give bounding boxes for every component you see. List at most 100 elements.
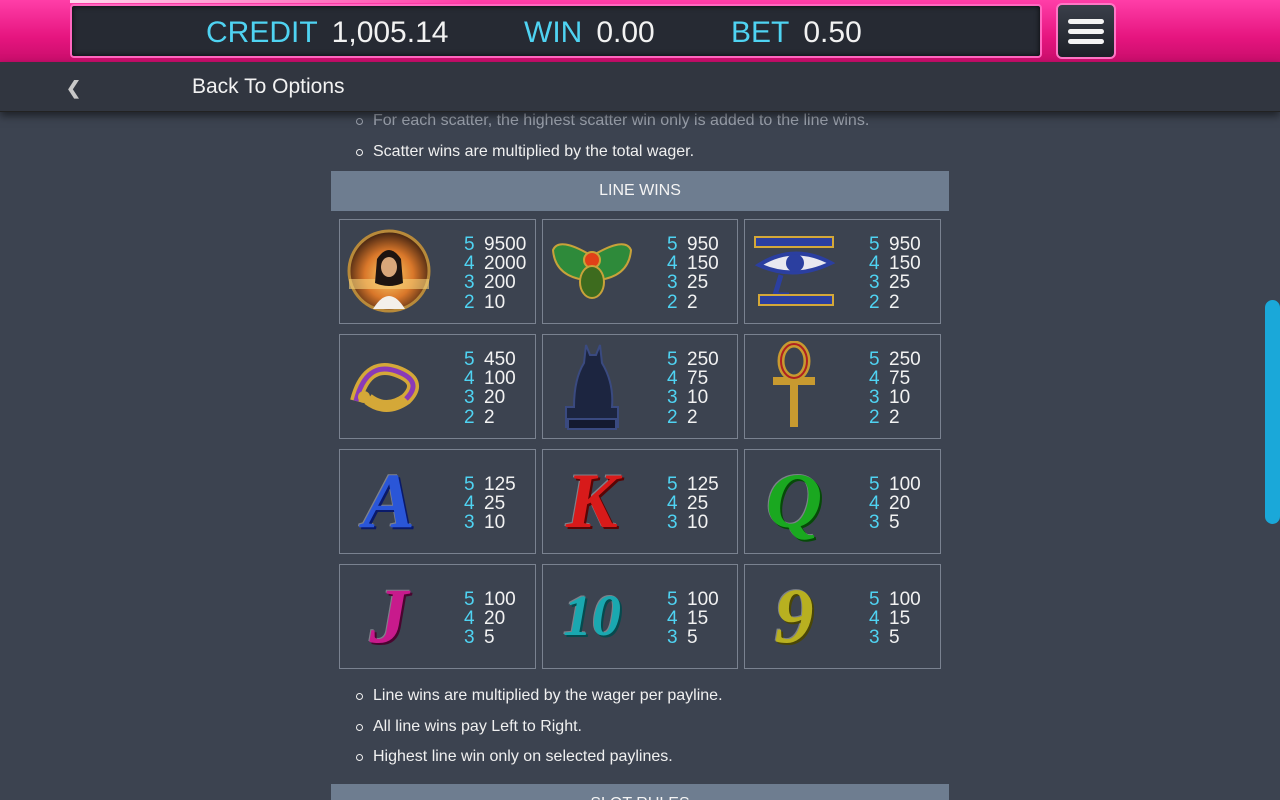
match-count: 3 — [667, 512, 678, 534]
match-count: 5 — [667, 234, 678, 255]
line-rules-list: Line wins are multiplied by the wager pe… — [331, 681, 949, 773]
match-count: 2 — [869, 406, 880, 428]
bet-value: 0.50 — [803, 16, 862, 49]
list-item: Line wins are multiplied by the wager pe… — [356, 681, 949, 712]
payout-row: 2 10 — [464, 292, 526, 312]
match-count: 4 — [464, 608, 475, 630]
payout-row: 4 75 — [869, 369, 921, 388]
match-count: 5 — [869, 589, 880, 610]
slot-rules-header: SLOT RULES — [331, 784, 949, 800]
payout-row: 4 20 — [464, 609, 516, 628]
menu-button[interactable] — [1056, 3, 1116, 59]
payout-row: 4 2000 — [464, 254, 526, 273]
match-count: 5 — [869, 474, 880, 495]
payout-row: 3 10 — [667, 388, 719, 407]
queen-portrait-icon — [346, 226, 432, 316]
match-count: 3 — [464, 627, 475, 649]
payout-value: 9500 — [484, 234, 527, 255]
paytable-cell: 9 5 100 4 15 3 5 — [744, 564, 941, 669]
hamburger-icon-bar — [1068, 18, 1104, 24]
payout-list: 5 100 4 20 3 5 — [869, 475, 921, 533]
payout-value: 100 — [687, 589, 719, 610]
match-count: 5 — [667, 474, 678, 495]
paytable-cell: 5 9500 4 2000 3 200 2 10 — [339, 219, 536, 324]
letter-a-icon: A — [362, 457, 416, 544]
payout-row: 5 100 — [464, 590, 516, 609]
payout-value: 2000 — [484, 253, 527, 275]
number-9-icon: 9 — [774, 572, 814, 659]
payout-value: 5 — [687, 627, 698, 649]
match-count: 4 — [869, 493, 880, 515]
letter-q-icon: Q — [765, 457, 823, 544]
paytable-cell: 5 250 4 75 3 10 2 2 — [744, 334, 941, 439]
payout-value: 100 — [889, 474, 921, 495]
payout-row: 4 100 — [464, 369, 516, 388]
list-item: All line wins pay Left to Right. — [356, 712, 949, 743]
payout-list: 5 100 4 20 3 5 — [464, 590, 516, 648]
list-item: Scatter wins are multiplied by the total… — [356, 137, 949, 168]
payout-row: 35 — [869, 513, 921, 532]
payout-row: 3 10 — [667, 513, 719, 532]
payout-value: 100 — [484, 589, 516, 610]
paytable-cell: 10 5 100 4 15 3 5 — [542, 564, 738, 669]
payout-value: 200 — [484, 272, 516, 294]
back-to-options-link[interactable]: Back To Options — [192, 75, 345, 99]
payout-row: 3 200 — [464, 273, 526, 292]
payout-row: 4 150 — [869, 254, 921, 273]
payout-list: 5 100 4 15 3 5 — [869, 590, 921, 648]
back-bar[interactable]: ❮ Back To Options — [0, 62, 1280, 112]
payout-row: 3 25 — [667, 273, 719, 292]
payout-value: 20 — [484, 608, 506, 630]
paytable-cell: J 5 100 4 20 3 5 — [339, 564, 536, 669]
payout-row: 5 100 — [869, 590, 921, 609]
match-count: 2 — [869, 291, 880, 313]
payout-row: 3 10 — [464, 513, 516, 532]
win-value: 0.00 — [596, 16, 655, 49]
payout-list: 5 250 4 75 3 10 2 2 — [869, 350, 921, 427]
payout-list: 5 950 4 150 3 25 2 2 — [667, 235, 719, 312]
payout-value: 15 — [889, 608, 911, 630]
payout-row: 3 25 — [869, 273, 921, 292]
bet-label: BET — [731, 16, 790, 49]
payout-row: 4 25 — [667, 494, 719, 513]
payout-value: 25 — [889, 272, 911, 294]
payout-row: 5 950 — [667, 235, 719, 254]
payout-row: 22 — [464, 407, 516, 427]
match-count: 5 — [464, 474, 475, 495]
payout-row: 5 250 — [667, 350, 719, 369]
bet-meter: BET 0.50 — [731, 16, 862, 50]
hamburger-icon-bar — [1068, 38, 1104, 44]
payout-value: 10 — [687, 387, 709, 409]
paytable-cell: A 5 125 4 25 3 10 — [339, 449, 536, 554]
match-count: 4 — [667, 493, 678, 515]
payout-row: 22 — [667, 407, 719, 427]
match-count: 3 — [869, 512, 880, 534]
match-count: 4 — [464, 493, 475, 515]
payout-row: 3 10 — [869, 388, 921, 407]
match-count: 2 — [667, 291, 678, 313]
list-item: Highest line win only on selected paylin… — [356, 742, 949, 773]
ankh-icon — [751, 341, 837, 431]
paytable-cell: 5 950 4 150 3 25 2 2 — [744, 219, 941, 324]
paytable-cell: 5 450 4 100 3 20 2 2 — [339, 334, 536, 439]
scarab-icon — [549, 226, 635, 316]
payout-value: 5 — [889, 627, 900, 649]
paytable-cell: 5 250 4 75 3 10 2 2 — [542, 334, 738, 439]
paytable-content: For each scatter, the highest scatter wi… — [331, 112, 949, 800]
paytable-cell: K 5 125 4 25 3 10 — [542, 449, 738, 554]
paytable-cell: Q 5 100 4 20 3 5 — [744, 449, 941, 554]
payout-row: 4 25 — [464, 494, 516, 513]
payout-value: 2 — [687, 291, 698, 313]
scrollbar-thumb[interactable] — [1265, 300, 1280, 524]
payout-row: 22 — [869, 406, 921, 428]
payout-value: 150 — [889, 253, 921, 275]
payout-value: 75 — [889, 368, 911, 390]
payout-value: 25 — [687, 272, 709, 294]
chevron-left-icon[interactable]: ❮ — [66, 78, 81, 99]
match-count: 3 — [667, 627, 678, 649]
payout-value: 5 — [889, 512, 900, 534]
match-count: 4 — [464, 253, 475, 275]
match-count: 3 — [869, 627, 880, 649]
payout-row: 5 950 — [869, 235, 921, 254]
payout-row: 5 250 — [869, 350, 921, 369]
